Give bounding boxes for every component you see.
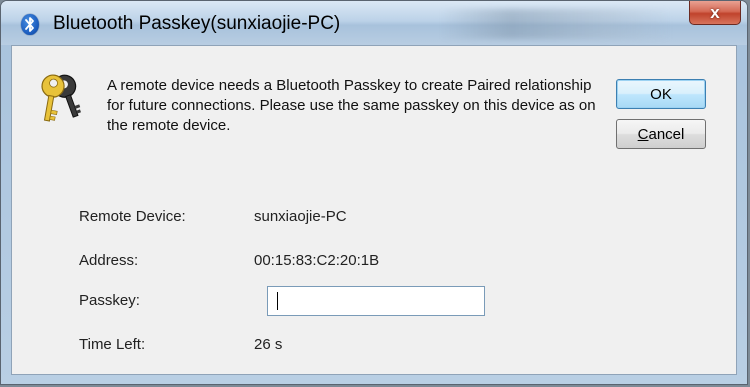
- close-icon: x: [710, 2, 720, 22]
- remote-device-value: sunxiaojie-PC: [254, 208, 347, 225]
- background-window-ghost: [441, 9, 671, 39]
- cancel-label-rest: ancel: [648, 125, 685, 143]
- dialog-content: A remote device needs a Bluetooth Passke…: [11, 45, 737, 375]
- cancel-button[interactable]: Cancel: [616, 119, 706, 149]
- close-button[interactable]: x: [689, 1, 741, 25]
- ok-button[interactable]: OK: [616, 79, 706, 109]
- remote-device-label: Remote Device:: [79, 208, 186, 225]
- keys-icon: [36, 70, 86, 126]
- bluetooth-passkey-dialog: Bluetooth Passkey(sunxiaojie-PC) x A rem…: [0, 0, 748, 385]
- title-bar[interactable]: Bluetooth Passkey(sunxiaojie-PC) x: [1, 1, 747, 45]
- time-left-label: Time Left:: [79, 336, 146, 353]
- passkey-label: Passkey:: [79, 292, 140, 309]
- time-left-value: 26 s: [254, 336, 283, 353]
- dialog-message: A remote device needs a Bluetooth Passke…: [107, 77, 596, 134]
- passkey-input[interactable]: [267, 286, 485, 316]
- text-caret: [277, 292, 278, 310]
- bluetooth-icon: [21, 14, 39, 35]
- cancel-mnemonic: C: [637, 125, 649, 143]
- window-title: Bluetooth Passkey(sunxiaojie-PC): [53, 13, 341, 34]
- address-label: Address:: [79, 252, 139, 269]
- address-value: 00:15:83:C2:20:1B: [254, 252, 380, 269]
